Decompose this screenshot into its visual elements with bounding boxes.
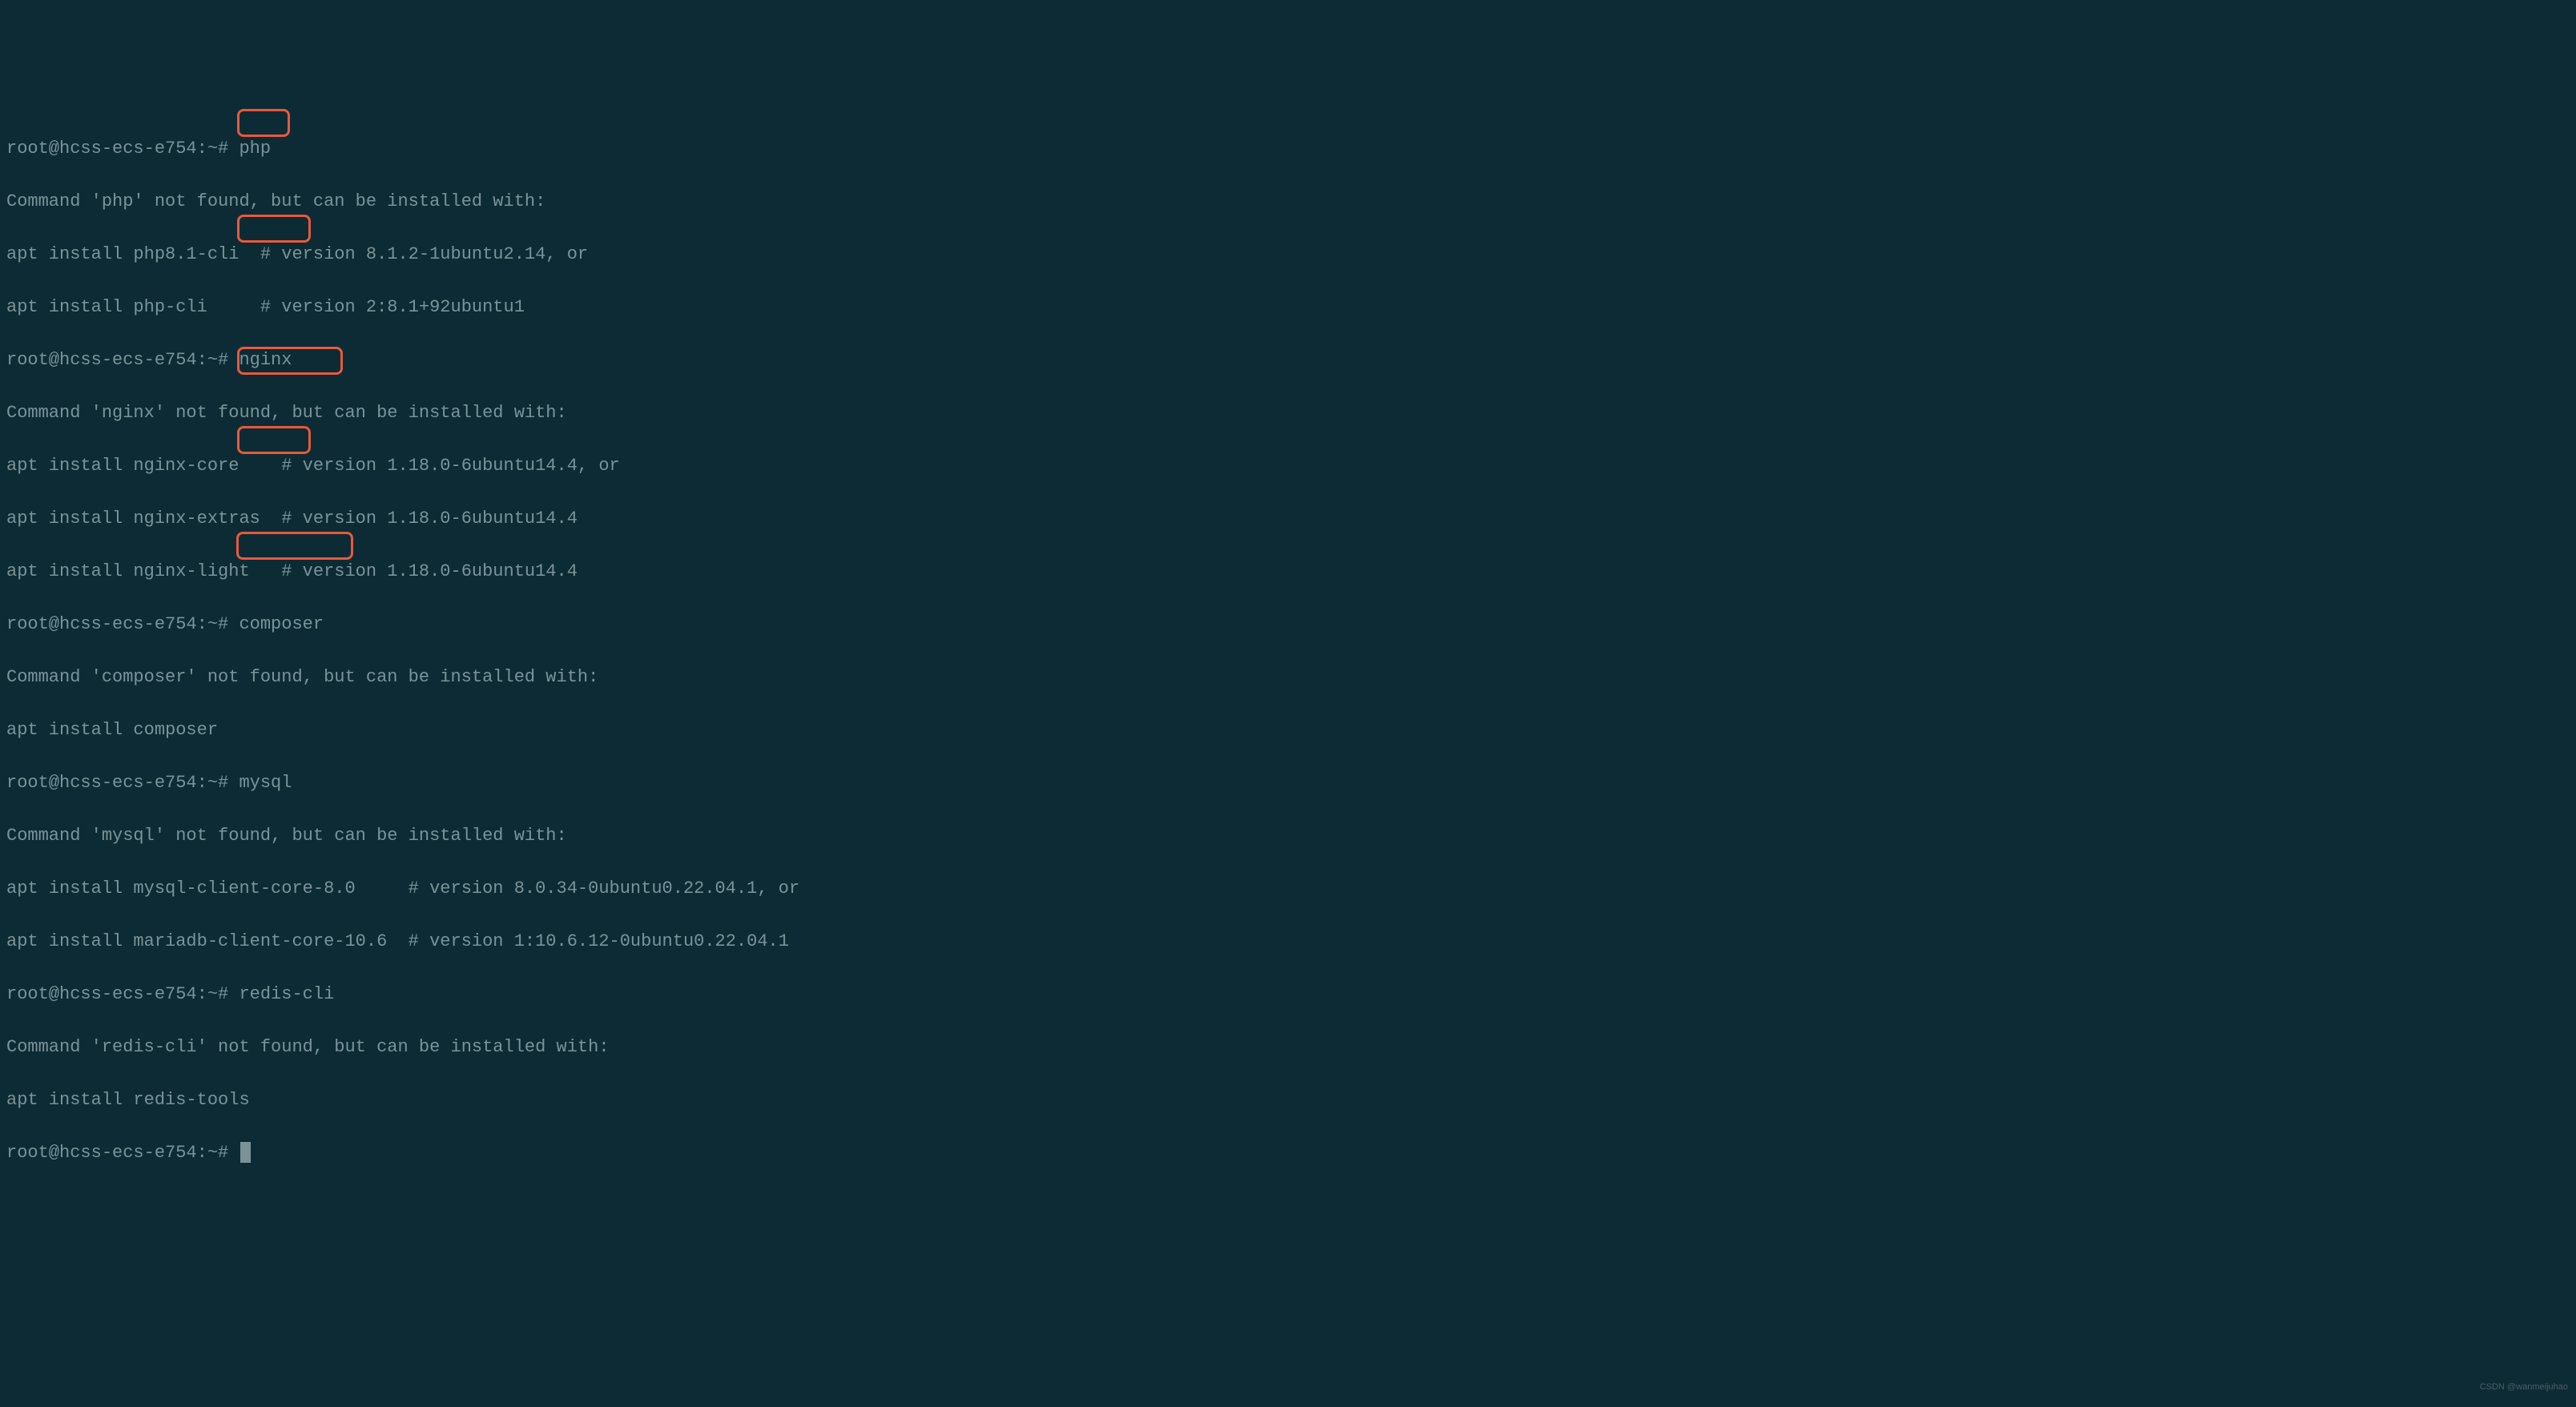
terminal-line: apt install nginx-extras # version 1.18.… xyxy=(6,505,2570,532)
terminal-line: root@hcss-ecs-e754:~# php xyxy=(6,135,2570,162)
terminal-line: Command 'nginx' not found, but can be in… xyxy=(6,400,2570,426)
terminal-line: apt install mysql-client-core-8.0 # vers… xyxy=(6,875,2570,902)
terminal-line: apt install mariadb-client-core-10.6 # v… xyxy=(6,928,2570,955)
terminal-window[interactable]: root@hcss-ecs-e754:~# php Command 'php' … xyxy=(6,109,2570,1219)
terminal-prompt-line[interactable]: root@hcss-ecs-e754:~# xyxy=(6,1140,2570,1166)
cursor-icon xyxy=(240,1142,251,1163)
terminal-line: Command 'mysql' not found, but can be in… xyxy=(6,822,2570,849)
php-highlight xyxy=(237,109,290,137)
terminal-line: apt install nginx-core # version 1.18.0-… xyxy=(6,452,2570,479)
terminal-line: root@hcss-ecs-e754:~# nginx xyxy=(6,347,2570,373)
watermark-text: CSDN @wanmeijuhao xyxy=(2480,1374,2568,1401)
redis-highlight xyxy=(236,532,353,560)
terminal-line: Command 'composer' not found, but can be… xyxy=(6,664,2570,690)
prompt-text: root@hcss-ecs-e754:~# xyxy=(6,1143,239,1163)
terminal-line: apt install redis-tools xyxy=(6,1087,2570,1113)
nginx-highlight xyxy=(237,215,311,243)
mysql-highlight xyxy=(237,426,311,454)
terminal-line: apt install php-cli # version 2:8.1+92ub… xyxy=(6,294,2570,320)
terminal-line: Command 'php' not found, but can be inst… xyxy=(6,188,2570,215)
terminal-line: root@hcss-ecs-e754:~# composer xyxy=(6,611,2570,637)
terminal-line: apt install composer xyxy=(6,717,2570,743)
terminal-line: apt install nginx-light # version 1.18.0… xyxy=(6,558,2570,585)
terminal-line: apt install php8.1-cli # version 8.1.2-1… xyxy=(6,241,2570,267)
terminal-line: root@hcss-ecs-e754:~# mysql xyxy=(6,770,2570,796)
terminal-line: Command 'redis-cli' not found, but can b… xyxy=(6,1034,2570,1060)
